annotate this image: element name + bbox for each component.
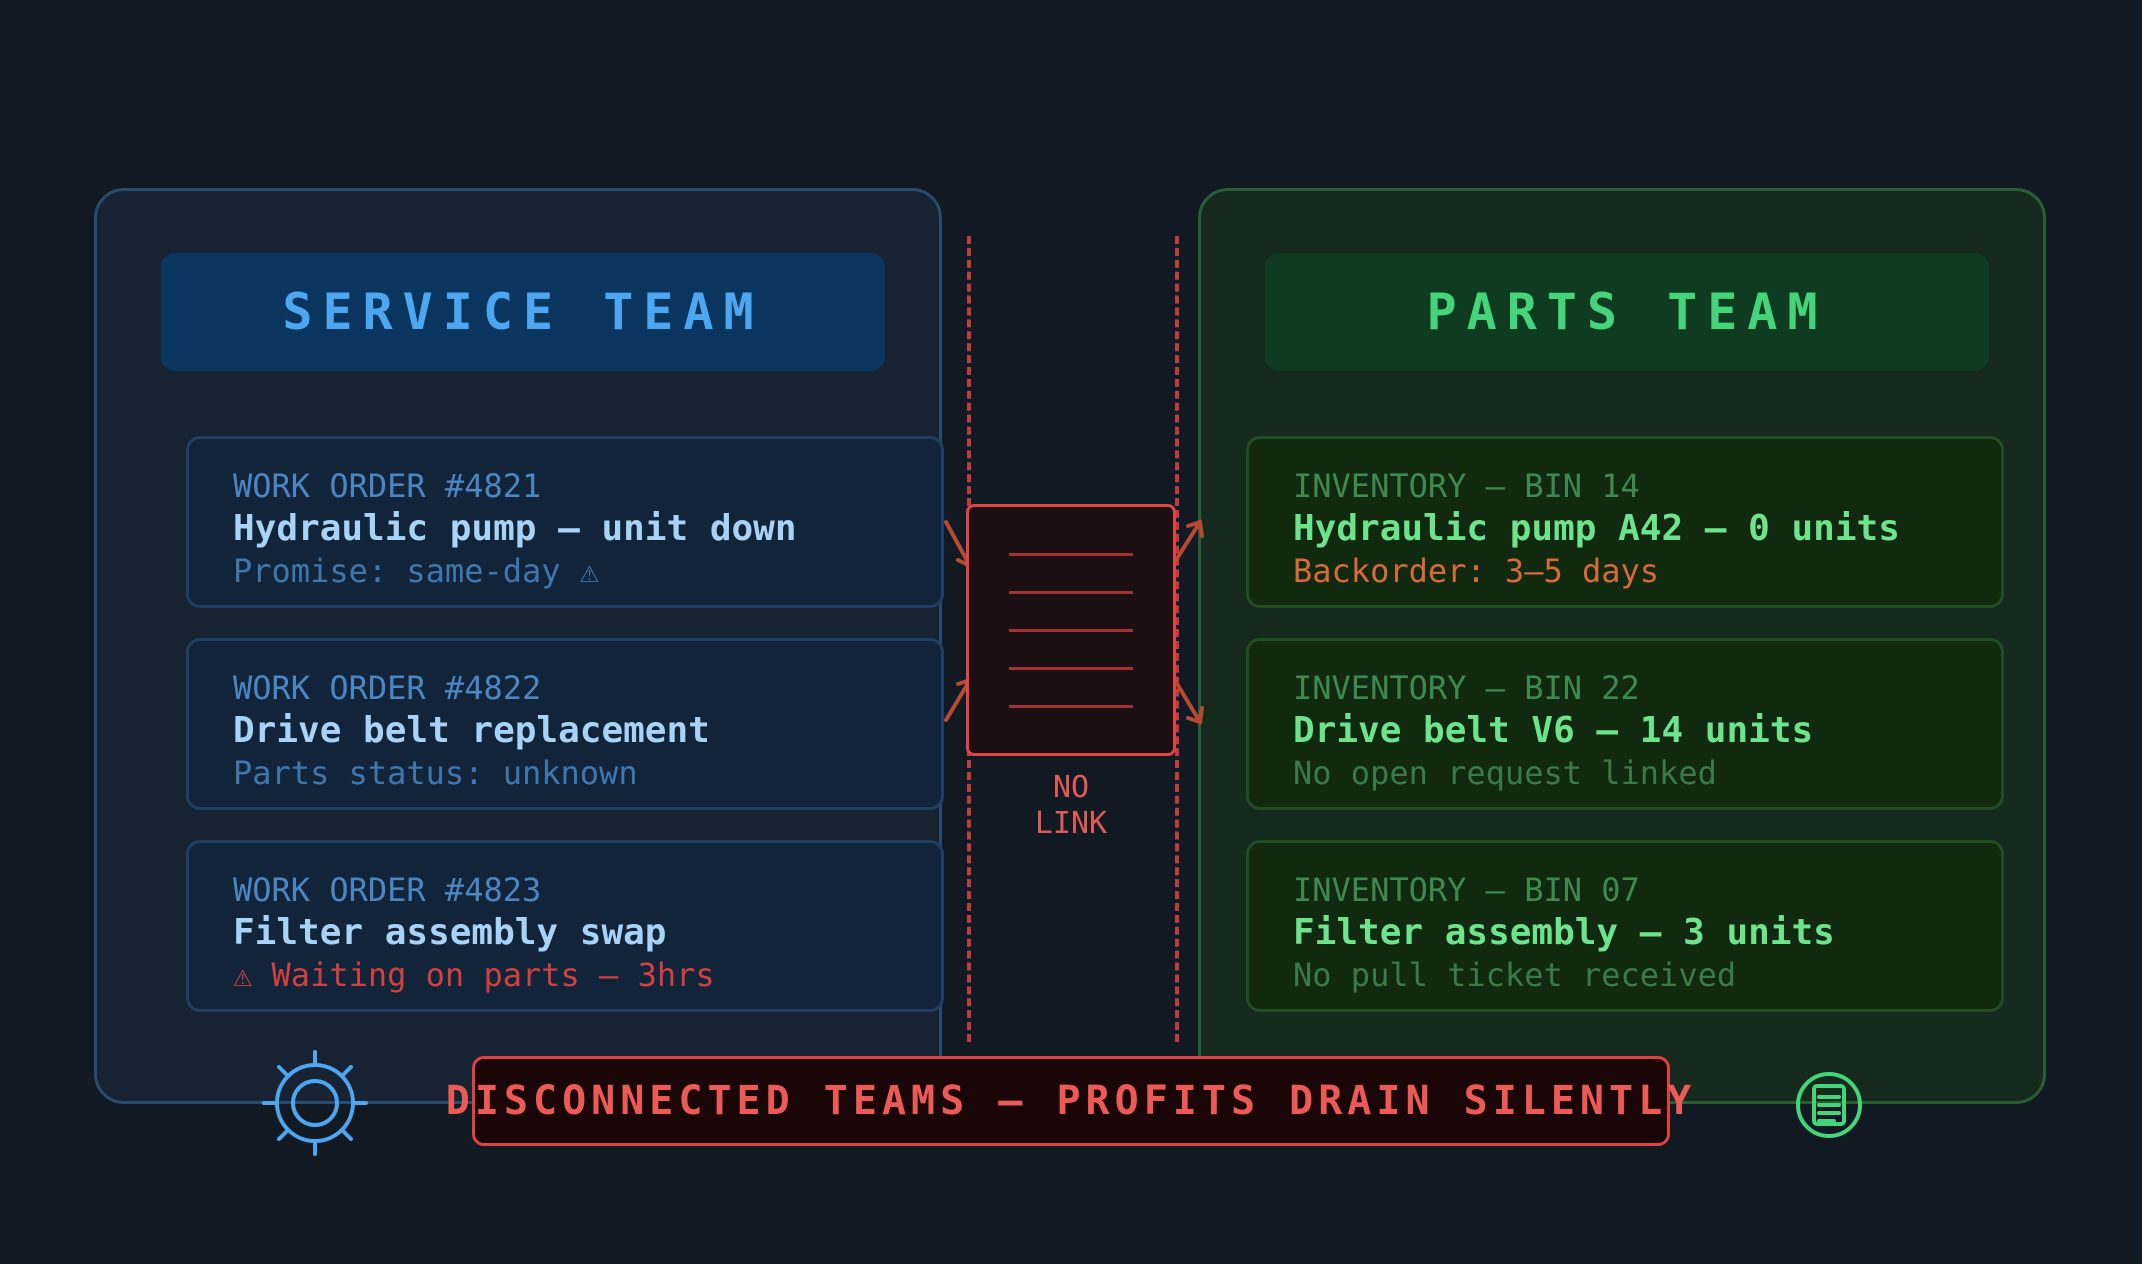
inventory-list-icon — [1796, 1072, 1862, 1138]
document-line — [1009, 629, 1133, 632]
document-icon — [966, 504, 1176, 756]
diagram-canvas: SERVICE TEAM PARTS TEAM WORK ORDER #4821… — [0, 0, 2142, 1264]
document-line — [1009, 705, 1133, 708]
document-line — [1009, 667, 1133, 670]
document-line — [1009, 591, 1133, 594]
gear-icon — [262, 1050, 368, 1156]
warning-banner: DISCONNECTED TEAMS — PROFITS DRAIN SILEN… — [446, 1056, 1691, 1146]
stage: SERVICE TEAM PARTS TEAM WORK ORDER #4821… — [0, 0, 2156, 1281]
no-link-label: NO LINK — [1034, 770, 1108, 841]
document-line — [1009, 553, 1133, 556]
